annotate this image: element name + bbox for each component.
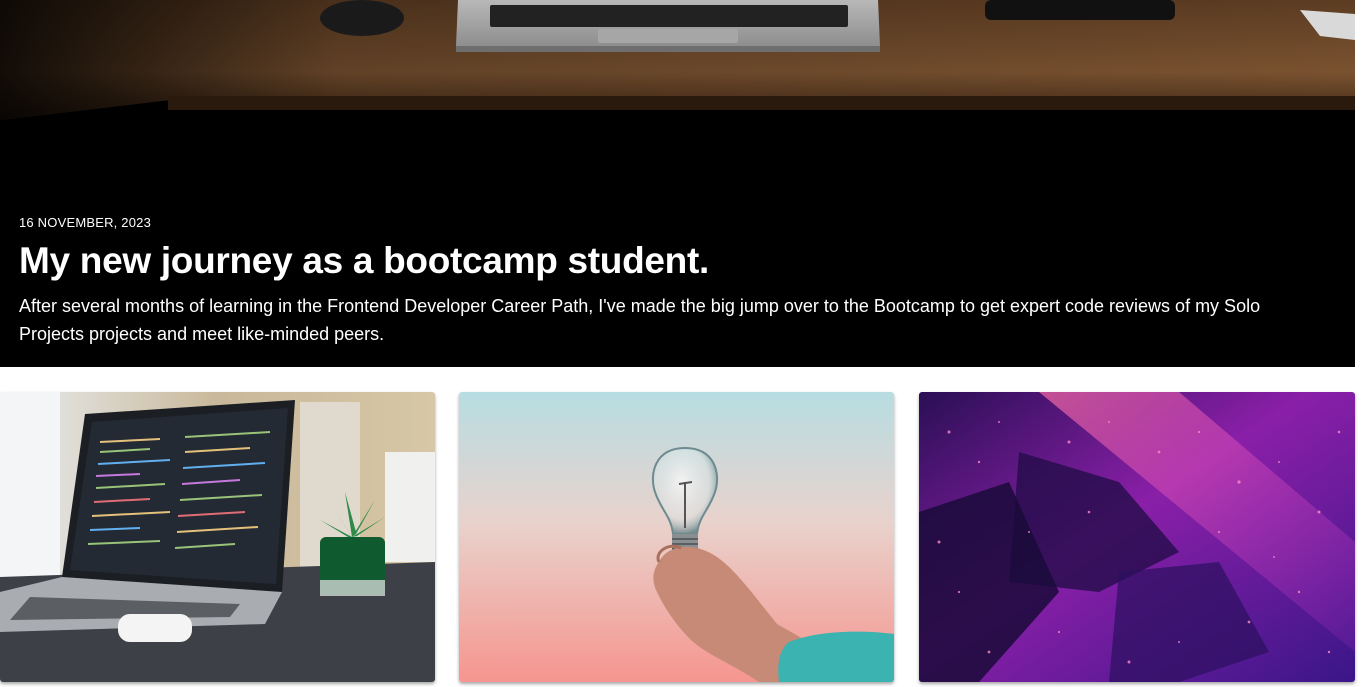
hero-text: 16 NOVEMBER, 2023 My new journey as a bo… — [19, 214, 1329, 348]
light-bulb-image — [459, 392, 894, 682]
purple-abstract-image — [919, 392, 1355, 682]
post-cards — [0, 392, 1355, 684]
post-date: 16 NOVEMBER, 2023 — [19, 215, 152, 230]
post-card-light-bulb[interactable] — [459, 392, 894, 682]
laptop-code-image — [0, 392, 435, 682]
post-card-purple-abstract[interactable] — [919, 392, 1355, 682]
post-title[interactable]: My new journey as a bootcamp student. — [19, 238, 1329, 284]
post-card-laptop-code[interactable] — [0, 392, 435, 682]
post-description: After several months of learning in the … — [19, 296, 1261, 344]
hero-banner: 16 NOVEMBER, 2023 My new journey as a bo… — [0, 0, 1355, 367]
